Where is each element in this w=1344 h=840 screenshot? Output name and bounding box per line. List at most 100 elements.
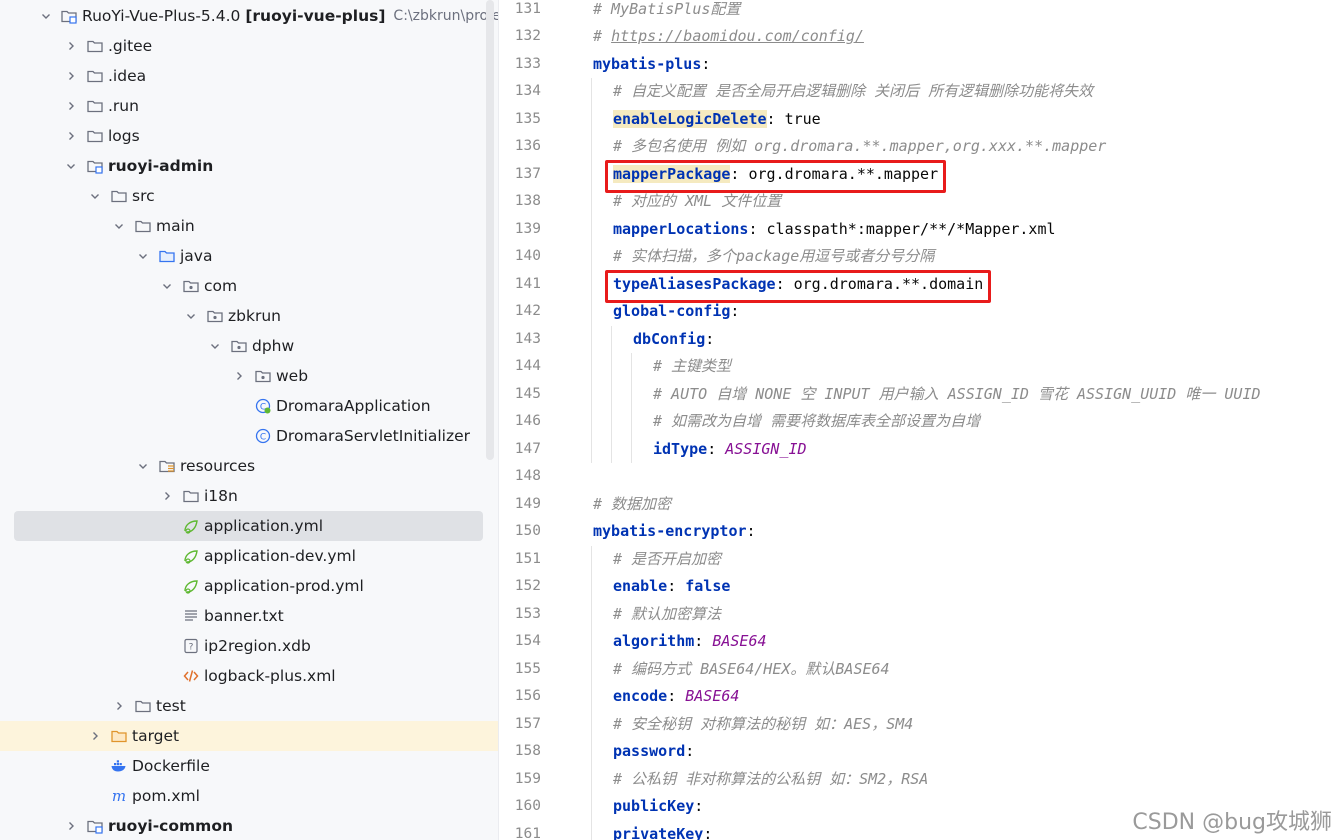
- chevron-down-icon[interactable]: [64, 159, 78, 173]
- code-line[interactable]: # 默认加密算法: [613, 601, 721, 629]
- code-token: #: [593, 27, 612, 45]
- tree-row-dphw[interactable]: dphw: [0, 331, 498, 361]
- code-line[interactable]: enableLogicDelete: true: [613, 106, 821, 134]
- tree-row-i18n[interactable]: i18n: [0, 481, 498, 511]
- tree-row-ruoyi-common[interactable]: ruoyi-common: [0, 811, 498, 840]
- chevron-right-icon[interactable]: [88, 729, 102, 743]
- chevron-down-icon[interactable]: [112, 219, 126, 233]
- code-line[interactable]: algorithm: BASE64: [613, 628, 767, 656]
- tree-row-application-yml[interactable]: application.yml: [0, 511, 498, 541]
- tree-row-ruoyi-admin[interactable]: ruoyi-admin: [0, 151, 498, 181]
- chevron-down-icon[interactable]: [88, 189, 102, 203]
- code-token: # AUTO 自增 NONE 空 INPUT 用户输入 ASSIGN_ID 雪花…: [653, 384, 1261, 403]
- code-line[interactable]: # AUTO 自增 NONE 空 INPUT 用户输入 ASSIGN_ID 雪花…: [653, 381, 1261, 409]
- code-line[interactable]: password:: [613, 738, 694, 766]
- tree-row-banner-txt[interactable]: banner.txt: [0, 601, 498, 631]
- chevron-right-icon[interactable]: [160, 489, 174, 503]
- tree-row-gitee[interactable]: .gitee: [0, 31, 498, 61]
- tree-row-application-prod-yml[interactable]: application-prod.yml: [0, 571, 498, 601]
- code-token: algorithm: [613, 632, 695, 650]
- tree-row-resources[interactable]: resources: [0, 451, 498, 481]
- line-number: 151: [514, 550, 541, 567]
- tree-row-dromaraservletinitializer[interactable]: C DromaraServletInitializer: [0, 421, 498, 451]
- chevron-right-icon[interactable]: [64, 69, 78, 83]
- chevron-right-icon[interactable]: [64, 129, 78, 143]
- code-line[interactable]: # 是否开启加密: [613, 546, 721, 574]
- tree-row-application-dev-yml[interactable]: application-dev.yml: [0, 541, 498, 571]
- tree-row-logs[interactable]: logs: [0, 121, 498, 151]
- code-line[interactable]: mybatis-encryptor:: [593, 518, 756, 546]
- code-line[interactable]: # 如需改为自增 需要将数据库表全部设置为自增: [653, 408, 980, 436]
- code-token: BASE64: [712, 632, 767, 650]
- chevron-down-icon[interactable]: [40, 9, 52, 23]
- line-number: 131: [514, 0, 541, 17]
- folder-icon: [134, 217, 152, 235]
- maven-icon: m: [110, 787, 128, 805]
- tree-row-idea[interactable]: .idea: [0, 61, 498, 91]
- chevron-down-icon[interactable]: [184, 309, 198, 323]
- line-number: 153: [514, 605, 541, 622]
- code-line[interactable]: mybatis-plus:: [593, 51, 710, 79]
- chevron-right-icon[interactable]: [64, 39, 78, 53]
- folder-icon: [86, 37, 104, 55]
- tree-row-src[interactable]: src: [0, 181, 498, 211]
- chevron-down-icon[interactable]: [136, 459, 150, 473]
- chevron-right-icon[interactable]: [64, 819, 78, 833]
- code-token: :: [694, 632, 713, 650]
- code-line[interactable]: mapperLocations: classpath*:mapper/**/*M…: [613, 216, 1056, 244]
- code-line[interactable]: # 实体扫描，多个package用逗号或者分号分隔: [613, 243, 934, 271]
- project-tree-scrollbar[interactable]: [486, 0, 494, 460]
- indent-guide: [611, 325, 612, 463]
- code-token: privateKey: [613, 824, 704, 840]
- code-line[interactable]: privateKey:: [613, 821, 712, 840]
- code-token: enableLogicDelete: [613, 109, 767, 128]
- code-line[interactable]: # 对应的 XML 文件位置: [613, 188, 781, 216]
- tree-label: web: [276, 367, 309, 385]
- tree-row-ruoyi-vue-plus-5-4-0-ruoyi-vue-plus[interactable]: RuoYi-Vue-Plus-5.4.0 [ruoyi-vue-plus] C:\…: [0, 1, 498, 31]
- folder-icon: [86, 67, 104, 85]
- tree-row-dromaraapplication[interactable]: C DromaraApplication: [0, 391, 498, 421]
- code-line[interactable]: publicKey:: [613, 793, 703, 821]
- tree-row-com[interactable]: com: [0, 271, 498, 301]
- chevron-right-icon[interactable]: [64, 99, 78, 113]
- package-icon: [206, 307, 224, 325]
- code-token: :: [707, 439, 726, 458]
- code-line[interactable]: # 公私钥 非对称算法的公私钥 如：SM2，RSA: [613, 766, 928, 794]
- tree-row-pom-xml[interactable]: m pom.xml: [0, 781, 498, 811]
- tree-row-logback-plus-xml[interactable]: logback-plus.xml: [0, 661, 498, 691]
- tree-row-web[interactable]: web: [0, 361, 498, 391]
- chevron-right-icon[interactable]: [112, 699, 126, 713]
- indent-guide: [631, 353, 632, 463]
- chevron-right-icon[interactable]: [232, 369, 246, 383]
- code-editor[interactable]: 131 # MyBatisPlus配置 132 # https://baomidou.…: [499, 0, 1344, 840]
- tree-row-test[interactable]: test: [0, 691, 498, 721]
- chevron-down-icon[interactable]: [208, 339, 222, 353]
- project-tree-panel[interactable]: RuoYi-Vue-Plus-5.4.0 [ruoyi-vue-plus] C:\…: [0, 0, 498, 840]
- code-line[interactable]: # 主键类型: [653, 353, 731, 381]
- code-line[interactable]: # 自定义配置 是否全局开启逻辑删除 关闭后 所有逻辑删除功能将失效: [613, 78, 1093, 106]
- tree-row-ip2region-xdb[interactable]: ? ip2region.xdb: [0, 631, 498, 661]
- tree-row-run[interactable]: .run: [0, 91, 498, 121]
- tree-label: zbkrun: [228, 307, 281, 325]
- code-line[interactable]: global-config:: [613, 298, 739, 326]
- chevron-down-icon[interactable]: [136, 249, 150, 263]
- code-line[interactable]: # MyBatisPlus配置: [593, 0, 740, 23]
- tree-row-target[interactable]: target: [0, 721, 498, 751]
- chevron-down-icon[interactable]: [160, 279, 174, 293]
- code-token: :: [746, 522, 756, 540]
- indent-guide: [591, 78, 592, 463]
- tree-row-zbkrun[interactable]: zbkrun: [0, 301, 498, 331]
- code-line[interactable]: dbConfig:: [633, 326, 714, 354]
- code-line[interactable]: # https://baomidou.com/config/: [593, 23, 864, 51]
- tree-row-dockerfile[interactable]: Dockerfile: [0, 751, 498, 781]
- tree-row-java[interactable]: java: [0, 241, 498, 271]
- code-line[interactable]: # 编码方式 BASE64/HEX。默认BASE64: [613, 656, 890, 684]
- code-line[interactable]: encode: BASE64: [613, 683, 739, 711]
- code-line[interactable]: # 数据加密: [593, 491, 671, 519]
- code-line[interactable]: idType: ASSIGN_ID: [653, 436, 807, 464]
- tree-label: .gitee: [108, 37, 153, 55]
- code-line[interactable]: # 安全秘钥 对称算法的秘钥 如：AES，SM4: [613, 711, 913, 739]
- code-line[interactable]: # 多包名使用 例如 org.dromara.**.mapper,org.xxx…: [613, 133, 1106, 161]
- tree-row-main[interactable]: main: [0, 211, 498, 241]
- code-line[interactable]: enable: false: [613, 573, 730, 601]
